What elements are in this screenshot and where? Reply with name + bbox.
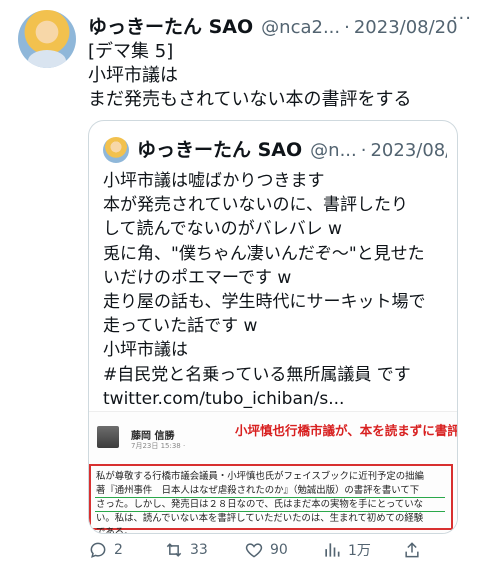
news-box-line: 私が尊敬する行橋市議会議員・小坪慎也氏がフェイスブックに近刊予定の拙編 <box>96 471 424 482</box>
news-box-line: さった。しかし、発売日は２８日なので、氏はまだ本の実物を手にとっていな <box>96 499 424 510</box>
author-name[interactable]: ゆっきーたん SAO <box>88 12 253 38</box>
tweet-line: まだ発売もされていない本の書評をする <box>88 89 412 110</box>
news-quote-box: 私が尊敬する行橋市議会議員・小坪慎也氏がフェイスブックに近刊予定の拙編 著『通州… <box>89 464 453 533</box>
quoted-tweet[interactable]: ゆっきーたん SAO @n... · 2023/08/19 小坪市議は嘘ばかりつ… <box>88 120 458 534</box>
news-box-line: い。私は、読んでいない本を書評していただいたのは、生まれて初めての経験 <box>96 513 424 524</box>
quoted-text: 小坪市議は嘘ばかりつきます 本が発売されていないのに、書評したり して読んでない… <box>103 169 453 411</box>
retweet-count: 33 <box>190 542 208 558</box>
news-headline: 小坪慎也行橋市議が、本を読まずに書評を書く。 <box>235 423 457 438</box>
news-author-photo <box>97 426 119 448</box>
header-separator: · <box>344 17 350 38</box>
retweet-button[interactable]: 33 <box>164 540 208 560</box>
news-date: 7月23日 15:38 · <box>131 442 186 450</box>
tweet-line: [デマ集 5] <box>88 41 174 62</box>
action-bar: 2 33 90 1万 <box>88 540 468 564</box>
quoted-line: 小坪市議は嘘ばかりつきます <box>103 171 325 191</box>
highlight-underline <box>95 511 445 512</box>
share-icon <box>405 542 419 558</box>
news-box-line: である。 <box>96 527 134 534</box>
attached-image[interactable]: 藤岡 信勝 7月23日 15:38 · 小坪慎也行橋市議が、本を読まずに書評を書… <box>89 411 457 533</box>
tweet-date[interactable]: 2023/08/20 <box>354 17 458 38</box>
quoted-header: ゆっきーたん SAO @n... · 2023/08/19 <box>137 135 447 162</box>
quoted-line: 小坪市議は <box>103 340 188 361</box>
views-chart-icon <box>325 543 340 557</box>
author-handle[interactable]: @nca2... <box>261 17 340 38</box>
more-options-icon[interactable]: ··· <box>452 8 472 29</box>
share-button[interactable] <box>402 540 428 560</box>
quoted-author-name: ゆっきーたん SAO <box>137 139 303 161</box>
views-count: 1万 <box>348 543 371 559</box>
quoted-line: #自民党と名乗っている無所属議員 です <box>103 364 411 385</box>
reply-button[interactable]: 2 <box>88 540 123 560</box>
quoted-line: いだけのポエマーです w <box>103 267 292 288</box>
news-author: 藤岡 信勝 <box>131 431 175 442</box>
retweet-icon <box>166 543 182 557</box>
quoted-separator: · <box>360 140 367 161</box>
like-button[interactable]: 90 <box>244 540 288 560</box>
tweet-header: ゆっきーたん SAO @nca2... · 2023/08/20 <box>88 12 470 38</box>
quoted-author-handle: @n... <box>310 140 357 161</box>
quoted-author-avatar <box>103 137 129 163</box>
quoted-link[interactable]: twitter.com/tubo_ichiban/s... <box>103 387 453 411</box>
quoted-line: 本が発売されていないのに、書評したり <box>103 195 408 216</box>
reply-icon <box>90 542 106 558</box>
quoted-line: 兎に角、"僕ちゃん凄いんだぞ～"と見せた <box>103 243 425 264</box>
reply-count: 2 <box>114 542 123 558</box>
heart-icon <box>245 543 263 558</box>
quoted-line: 走り屋の話も、学生時代にサーキット場で <box>103 292 426 313</box>
quoted-line: して読んでないのがバレバレ w <box>103 219 342 240</box>
quoted-date: 2023/08/19 <box>370 140 447 161</box>
tweet-text: [デマ集 5] 小坪市議は まだ発売もされていない本の書評をする <box>88 40 468 112</box>
like-count: 90 <box>270 542 288 558</box>
tweet-line: 小坪市議は <box>88 65 178 86</box>
highlight-underline <box>95 497 445 498</box>
views-button[interactable]: 1万 <box>322 540 371 560</box>
quoted-line: 走っていた話です w <box>103 316 258 337</box>
news-box-line: 著『通州事件 日本人はなぜ虐殺されたのか』（勉誠出版）の書評を書いて下 <box>96 485 420 496</box>
author-avatar[interactable] <box>18 10 76 68</box>
